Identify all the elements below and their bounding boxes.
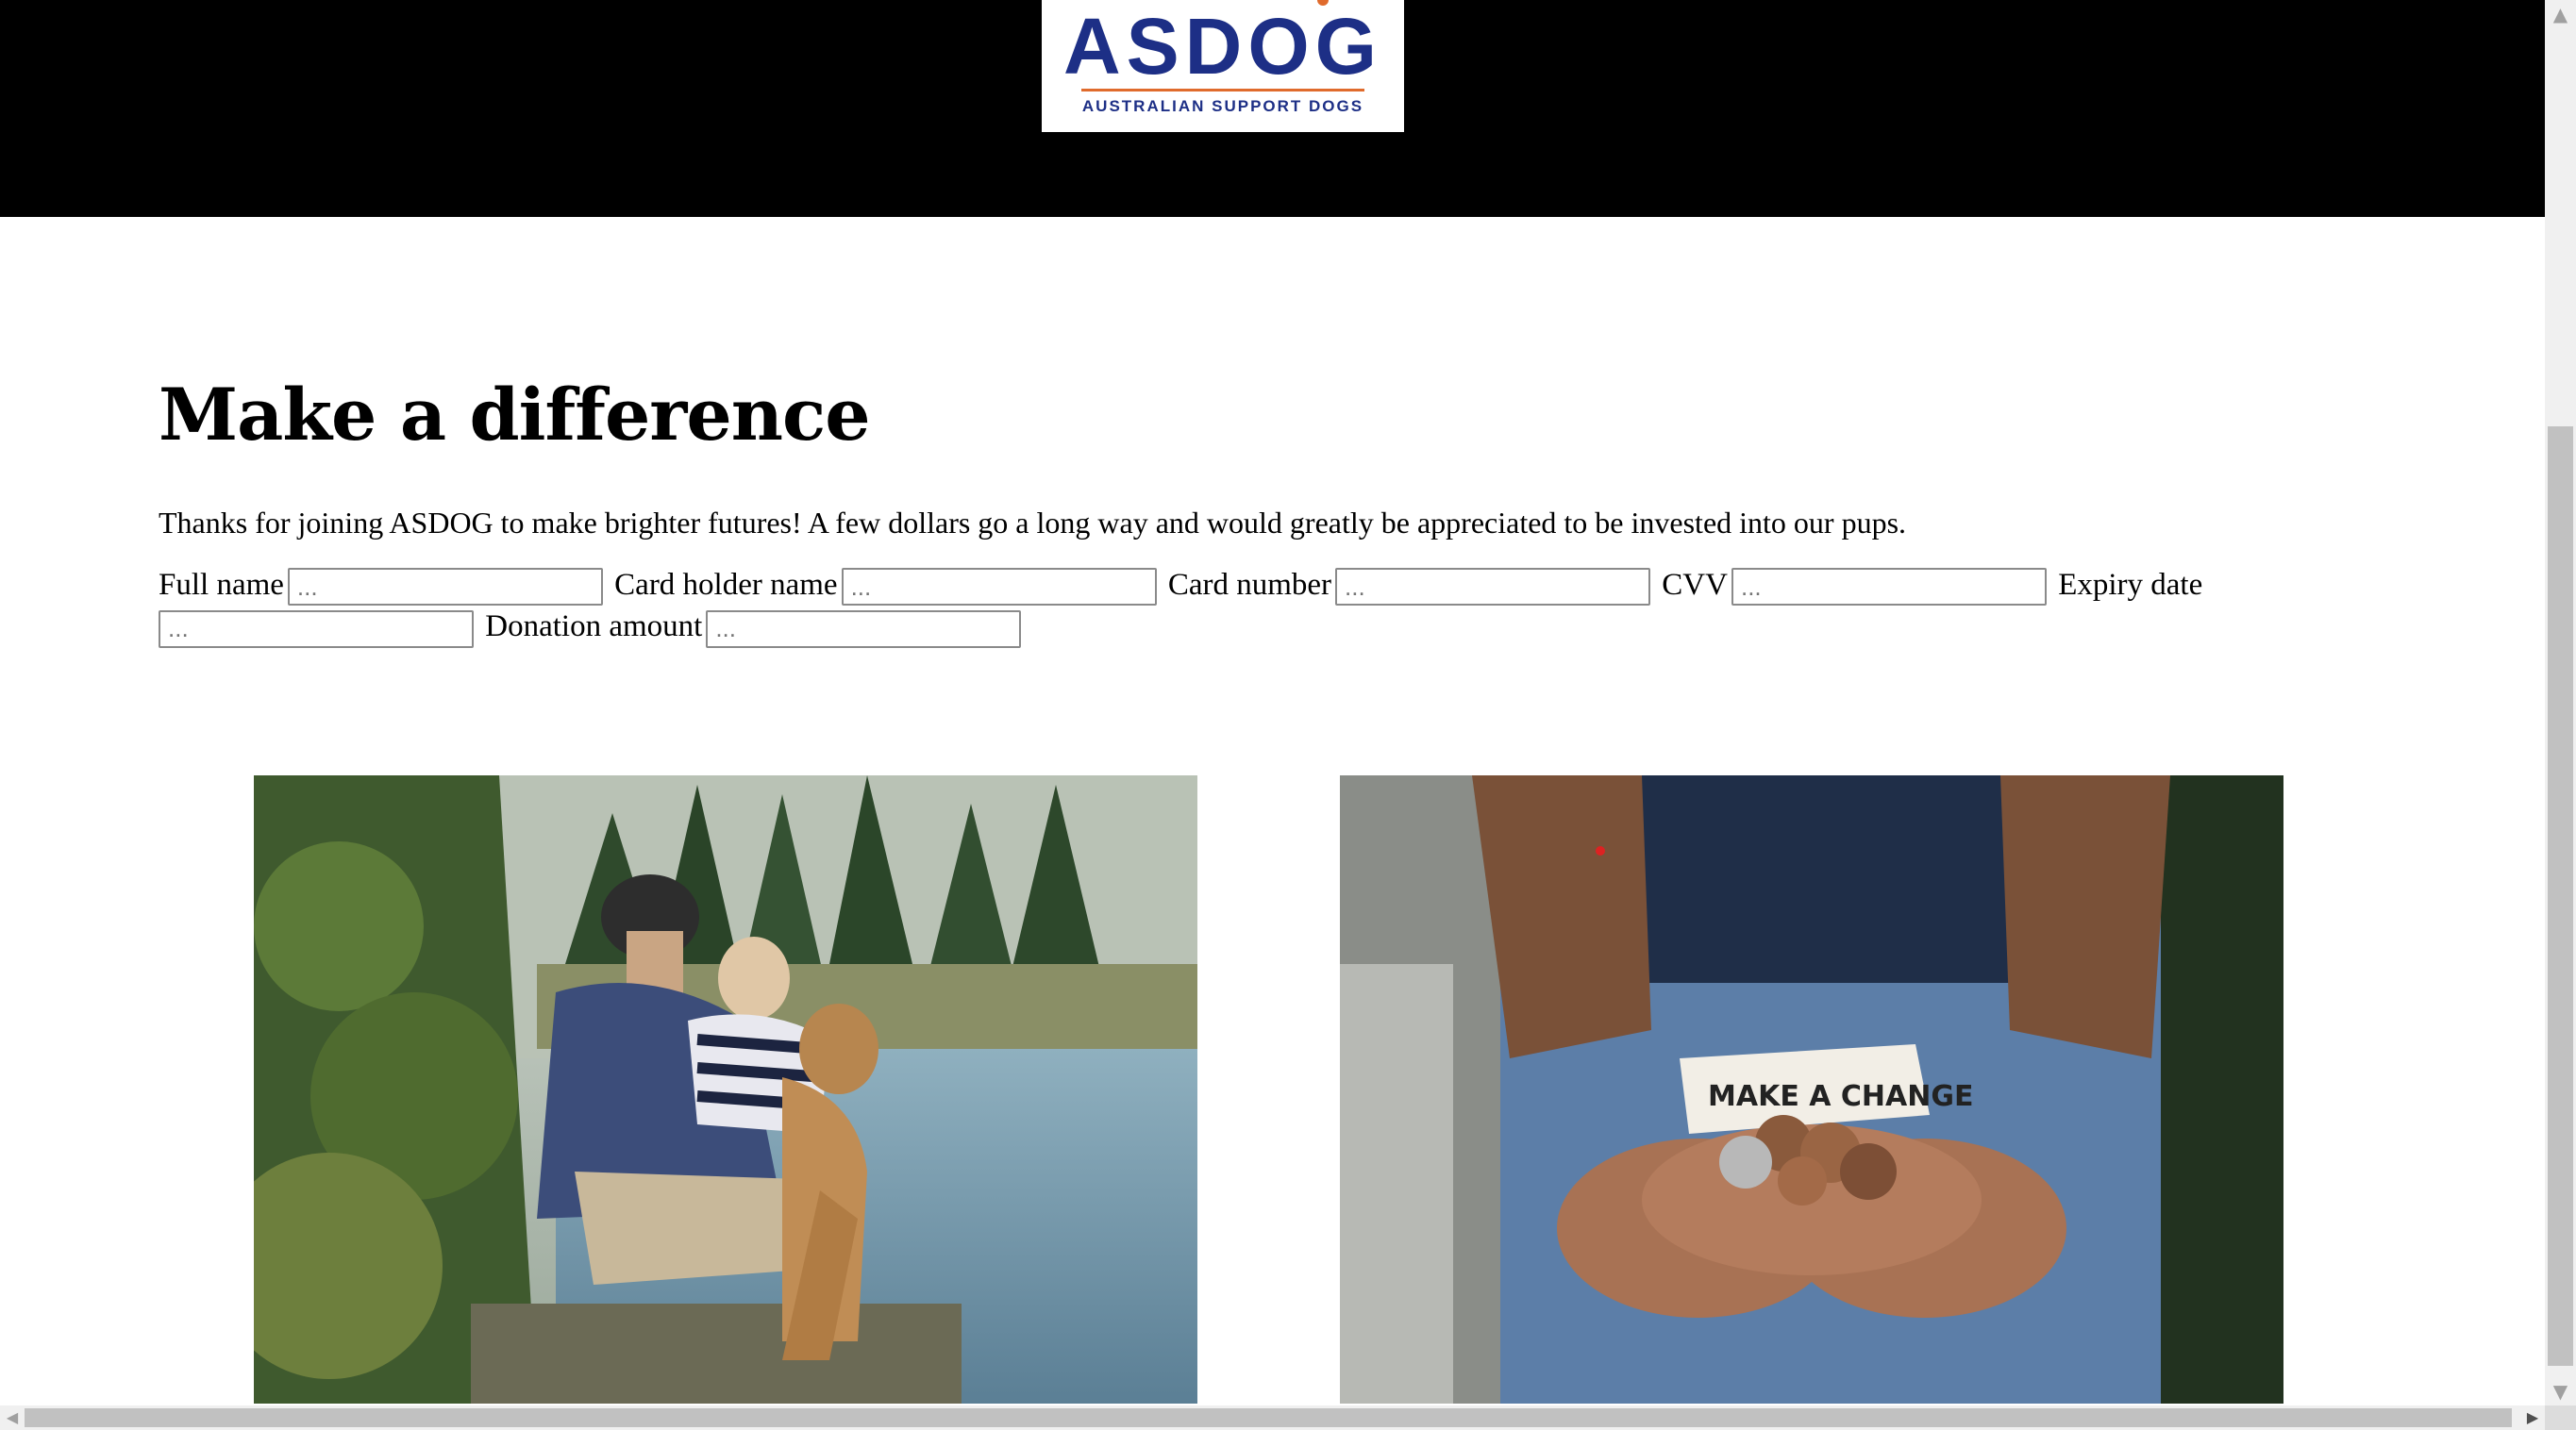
full-name-label: Full name <box>159 568 284 602</box>
vertical-scroll-thumb[interactable] <box>2548 426 2573 1366</box>
page-title: Make a difference <box>159 373 871 457</box>
coins-scene-illustration: MAKE A CHANGE <box>1340 775 2283 1404</box>
expiry-date-input[interactable] <box>159 609 474 648</box>
scrollbar-corner <box>2545 1405 2576 1430</box>
asdog-logo[interactable]: ASDOG AUSTRALIAN SUPPORT DOGS <box>1042 0 1404 132</box>
scroll-down-arrow-icon[interactable]: ▼ <box>2545 1377 2576 1405</box>
site-header: ASDOG AUSTRALIAN SUPPORT DOGS <box>0 0 2545 217</box>
cvv-input[interactable] <box>1731 568 2047 607</box>
donation-amount-label: Donation amount <box>485 609 703 644</box>
main-content: Make a difference Thanks for joining ASD… <box>159 368 2404 648</box>
horizontal-scroll-thumb[interactable] <box>25 1408 2512 1427</box>
lake-scene-illustration <box>254 775 1197 1404</box>
horizontal-scrollbar[interactable]: ◀ ▶ <box>0 1405 2545 1430</box>
intro-text: Thanks for joining ASDOG to make brighte… <box>159 506 1907 540</box>
card-number-input[interactable] <box>1335 568 1651 607</box>
hands-holding-coins-photo: MAKE A CHANGE <box>1340 775 2283 1404</box>
scroll-right-arrow-icon[interactable]: ▶ <box>2520 1405 2545 1430</box>
donation-amount-input[interactable] <box>706 609 1022 648</box>
make-a-change-note-text: MAKE A CHANGE <box>1708 1080 1973 1113</box>
logo-subtitle: AUSTRALIAN SUPPORT DOGS <box>1081 97 1364 115</box>
logo-wordmark: ASDOG <box>1062 2 1383 91</box>
card-number-label: Card number <box>1167 568 1332 602</box>
cvv-label: CVV <box>1662 568 1728 602</box>
card-holder-name-label: Card holder name <box>614 568 838 602</box>
expiry-date-label: Expiry date <box>2058 568 2203 602</box>
full-name-input[interactable] <box>287 568 603 607</box>
vertical-scrollbar[interactable]: ▲ ▼ <box>2545 0 2576 1405</box>
scroll-left-arrow-icon[interactable]: ◀ <box>0 1405 25 1430</box>
card-holder-name-input[interactable] <box>841 568 1157 607</box>
page-viewport: ASDOG AUSTRALIAN SUPPORT DOGS Make a dif… <box>0 0 2545 1404</box>
couple-with-dog-by-lake-photo <box>254 775 1197 1404</box>
scroll-up-arrow-icon[interactable]: ▲ <box>2545 0 2576 28</box>
donation-form: Full name Card holder name Card number C… <box>159 564 2329 648</box>
